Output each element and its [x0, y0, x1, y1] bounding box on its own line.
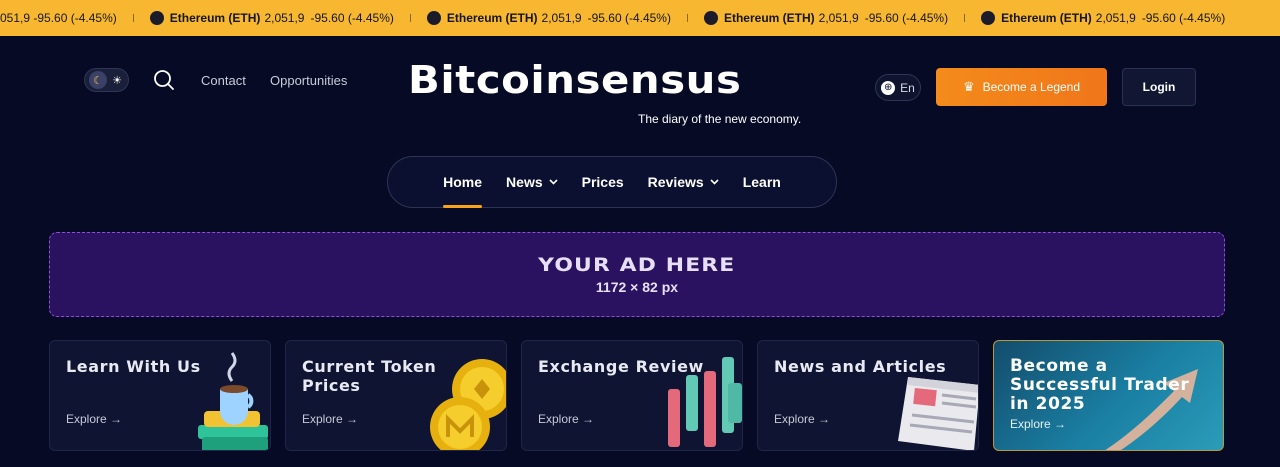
language-selector[interactable]: ⊕ En [875, 74, 921, 101]
card-explore-link[interactable]: Explore → [774, 412, 830, 426]
ticker-price: 2,051,9 [541, 11, 582, 25]
card-explore-link[interactable]: Explore → [66, 412, 122, 426]
ad-size: 1172 × 82 px [595, 279, 679, 295]
ticker-coin-name: Ethereum (ETH) [723, 11, 815, 25]
nav-item-label: Learn [742, 174, 781, 190]
main-nav: Home News Prices Reviews Learn [387, 156, 837, 208]
card-explore-link[interactable]: Explore → [538, 412, 594, 426]
opportunities-link[interactable]: Opportunities [270, 73, 347, 88]
ticker-separator [686, 14, 688, 22]
login-button[interactable]: Login [1122, 68, 1196, 106]
ticker-item[interactable]: Ethereum (ETH) 2,051,9 -95.60 (-4.45%) [981, 11, 1225, 25]
nav-item-label: Home [443, 174, 483, 190]
eth-coin-icon [703, 11, 718, 25]
card-news-articles[interactable]: News and Articles Explore → [757, 340, 979, 451]
ticker-separator [132, 14, 134, 22]
nav-item-learn[interactable]: Learn [731, 156, 793, 208]
chevron-down-icon [549, 179, 558, 185]
ticker-change: -95.60 (-4.45%) [864, 11, 949, 25]
language-label: En [900, 80, 915, 95]
theme-toggle[interactable]: ☾ ☀ [84, 68, 129, 92]
ticker-price: 2,051,9 [264, 11, 305, 25]
ticker-change: -95.60 (-4.45%) [310, 11, 394, 25]
ticker-item[interactable]: Ethereum (ETH) 2,051,9 -95.60 (-4.45%) [703, 11, 949, 25]
ticker-coin-name: Ethereum (ETH) [169, 11, 261, 25]
site-logo[interactable]: Bitcoinsensus [408, 58, 859, 102]
ticker-item[interactable]: Ethereum (ETH) 2,051,9 -95.60 (-4.45%) [426, 11, 671, 25]
eth-coin-icon [149, 11, 164, 25]
ticker-price: 2,051,9 [818, 11, 859, 25]
chevron-down-icon [710, 179, 719, 185]
globe-icon: ⊕ [881, 80, 896, 95]
card-explore-link[interactable]: Explore → [302, 412, 358, 426]
card-explore-link[interactable]: Explore → [1010, 417, 1066, 431]
nav-item-label: Reviews [647, 174, 704, 190]
card-title: Become a Successful Trader in 2025 [1010, 356, 1190, 414]
sun-icon: ☀ [112, 74, 122, 87]
ticker-item[interactable]: Ethereum (ETH) 2,051,9 -95.60 (-4.45%) [149, 11, 394, 25]
candlestick-chart-icon [668, 357, 742, 447]
ticker-price: 2,051,9 [1095, 11, 1136, 25]
become-legend-button[interactable]: ♛ Become a Legend [936, 68, 1107, 106]
ticker-fragment: 051,9 -95.60 (-4.45%) [0, 11, 117, 25]
nav-item-label: Prices [581, 174, 624, 190]
coffee-books-icon [198, 352, 268, 450]
ticker-separator [409, 14, 411, 22]
nav-item-news[interactable]: News [494, 156, 570, 208]
search-icon[interactable] [153, 69, 175, 91]
site-tagline: The diary of the new economy. [638, 112, 802, 126]
become-legend-label: Become a Legend [982, 80, 1081, 94]
moon-icon: ☾ [89, 71, 107, 89]
newspaper-icon [898, 377, 978, 450]
ad-placeholder[interactable]: YOUR AD HERE 1172 × 82 px [49, 232, 1225, 317]
eth-coin-icon [426, 11, 441, 25]
ticker-coin-name: Ethereum (ETH) [446, 11, 538, 25]
nav-item-label: News [506, 174, 543, 190]
ticker-change: -95.60 (-4.45%) [1141, 11, 1226, 25]
card-trader-promo[interactable]: Become a Successful Trader in 2025 Explo… [993, 340, 1224, 451]
ad-title: YOUR AD HERE [538, 254, 736, 276]
card-token-prices[interactable]: Current Token Prices Explore → [285, 340, 507, 451]
nav-item-reviews[interactable]: Reviews [636, 156, 731, 208]
contact-link[interactable]: Contact [201, 73, 246, 88]
ticker-separator [964, 14, 966, 22]
price-ticker: 051,9 -95.60 (-4.45%) Ethereum (ETH) 2,0… [0, 0, 1280, 36]
gold-coins-icon [430, 359, 506, 450]
ticker-coin-name: Ethereum (ETH) [1001, 11, 1092, 25]
nav-item-prices[interactable]: Prices [570, 156, 636, 208]
crown-icon: ♛ [962, 79, 975, 94]
ticker-change: -95.60 (-4.45%) [587, 11, 671, 25]
nav-item-home[interactable]: Home [431, 156, 494, 208]
eth-coin-icon [981, 11, 996, 25]
card-learn[interactable]: Learn With Us Explore → [49, 340, 271, 451]
card-exchange-review[interactable]: Exchange Review Explore → [521, 340, 743, 451]
